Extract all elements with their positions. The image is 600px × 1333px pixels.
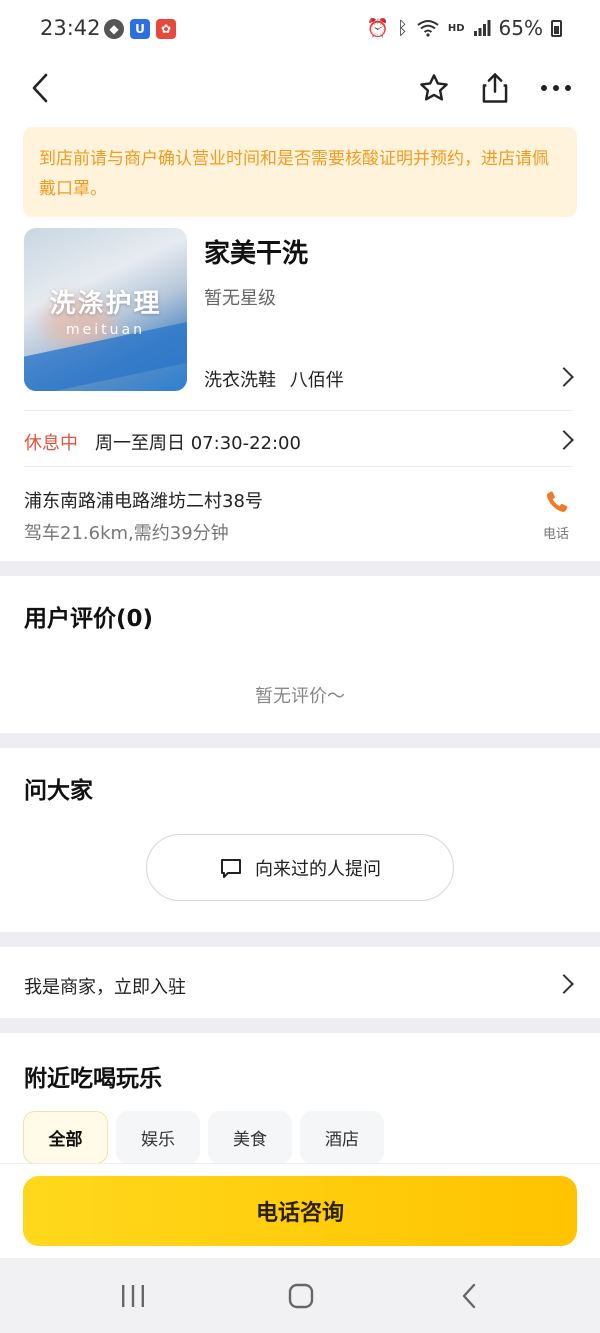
tab-entertainment[interactable]: 娱乐 (116, 1111, 200, 1164)
home-icon (288, 1283, 314, 1309)
shop-category-row[interactable]: 洗衣洗鞋 八佰伴 (204, 366, 344, 392)
bluetooth-icon: ᛒ (397, 17, 408, 39)
u-app-icon: U (130, 19, 150, 39)
top-nav-bar (0, 60, 600, 116)
ask-title: 问大家 (24, 778, 93, 804)
shop-image-watermark: meituan (66, 322, 145, 338)
wifi-icon (417, 20, 439, 37)
tab-hotel[interactable]: 酒店 (300, 1111, 384, 1164)
more-dots-icon (541, 85, 571, 91)
shop-image-title: 洗涤护理 (49, 289, 162, 319)
back-arrow-icon (32, 73, 48, 103)
business-status: 休息中 (24, 433, 78, 454)
signal-icon (473, 20, 491, 36)
phone-icon[interactable] (543, 488, 571, 516)
nearby-tabs: 全部 娱乐 美食 酒店 (23, 1111, 384, 1164)
system-nav-bar (0, 1258, 600, 1333)
recent-apps-icon (122, 1285, 144, 1307)
merchant-join-link[interactable]: 我是商家，立即入驻 (24, 973, 186, 999)
home-button[interactable] (281, 1278, 321, 1314)
nearby-title: 附近吃喝玩乐 (24, 1066, 162, 1092)
status-time: 23:42 (40, 16, 101, 40)
section-gap (0, 733, 600, 748)
notice-banner: 到店前请与商户确认营业时间和是否需要核酸证明并预约，进店请佩戴口罩。 (23, 127, 577, 217)
status-notification-icons: ◆ U ✿ (104, 19, 176, 39)
hours-chevron-icon[interactable] (554, 430, 574, 450)
shop-district: 八佰伴 (289, 370, 344, 391)
hd-indicator: HD (447, 22, 465, 34)
ask-question-label: 向来过的人提问 (255, 858, 381, 880)
reviews-title: 用户评价(0) (24, 606, 154, 632)
fox-app-icon: ◆ (104, 19, 124, 39)
chat-bubble-icon (221, 858, 241, 878)
call-consult-button[interactable]: 电话咨询 (23, 1176, 577, 1246)
section-gap (0, 1018, 600, 1033)
back-button[interactable] (18, 66, 62, 110)
reviews-empty-text: 暂无评价～ (255, 686, 345, 707)
shop-rating: 暂无星级 (204, 288, 276, 309)
battery-icon (551, 19, 562, 37)
shop-category-chevron-icon[interactable] (554, 367, 574, 387)
tab-all[interactable]: 全部 (23, 1111, 108, 1164)
business-hours[interactable]: 周一至周日 07:30-22:00 (95, 429, 301, 455)
recent-apps-button[interactable] (113, 1278, 153, 1314)
section-gap (0, 561, 600, 576)
divider (24, 466, 573, 467)
battery-percent: 65% (498, 16, 543, 40)
alarm-icon: ⏰ (366, 17, 390, 39)
tab-food[interactable]: 美食 (208, 1111, 292, 1164)
share-button[interactable] (473, 66, 517, 110)
red-app-icon: ✿ (156, 19, 176, 39)
more-button[interactable] (534, 66, 578, 110)
phone-label[interactable]: 电话 (543, 523, 569, 542)
shop-category: 洗衣洗鞋 (204, 370, 276, 391)
shop-cover-image[interactable]: 洗涤护理 meituan (24, 228, 187, 391)
system-back-button[interactable] (449, 1278, 489, 1314)
favorite-button[interactable] (412, 66, 456, 110)
shop-address[interactable]: 浦东南路浦电路潍坊二村38号 (24, 487, 263, 513)
ask-question-button[interactable]: 向来过的人提问 (146, 834, 454, 901)
share-icon (482, 73, 508, 103)
status-bar: 23:42 ◆ U ✿ ⏰ ᛒ HD 65% (0, 0, 600, 60)
section-gap (0, 932, 600, 947)
shop-name: 家美干洗 (204, 239, 309, 269)
status-indicators: ⏰ ᛒ HD 65% (367, 16, 562, 40)
star-icon (420, 74, 448, 101)
driving-distance: 驾车21.6km,需约39分钟 (24, 523, 229, 544)
system-back-icon (462, 1283, 476, 1309)
merchant-chevron-icon[interactable] (554, 974, 574, 994)
divider (24, 410, 573, 411)
